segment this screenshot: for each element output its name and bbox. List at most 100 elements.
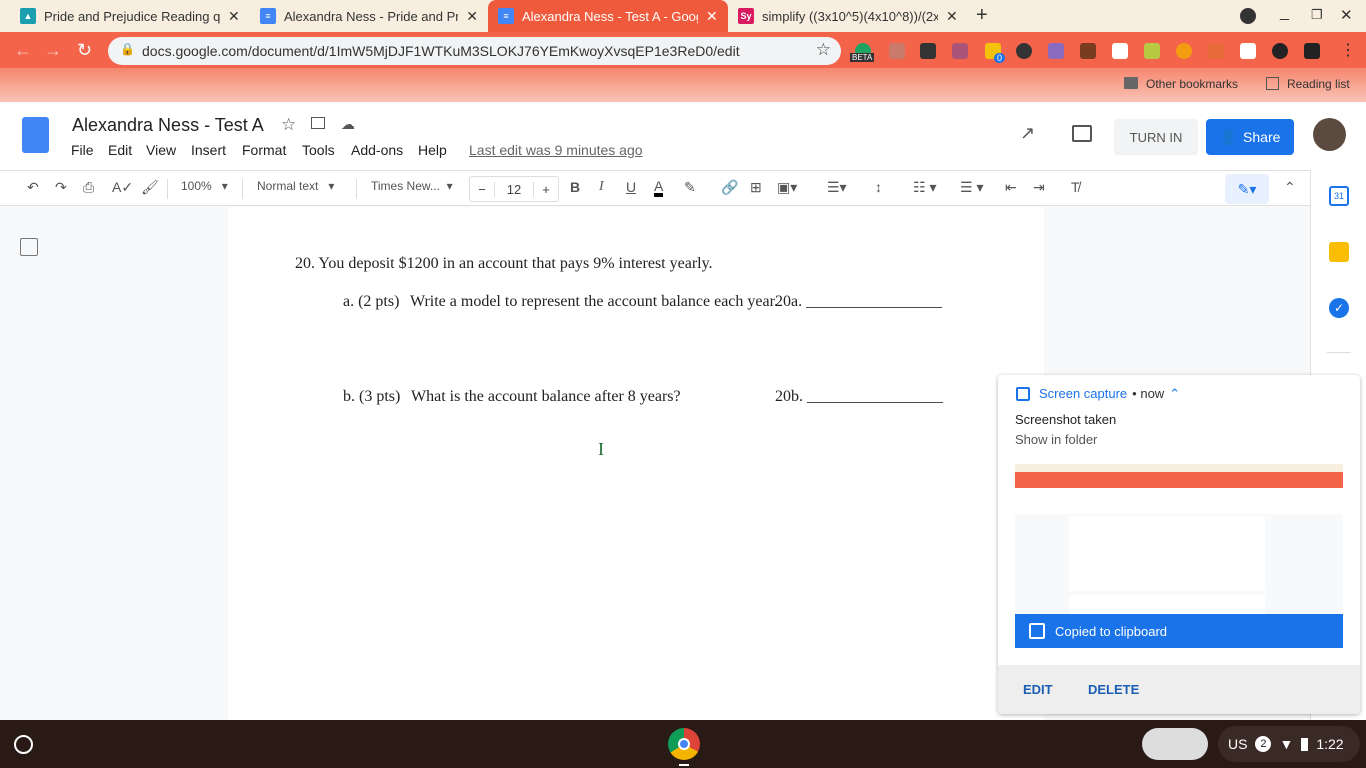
mic-extension-icon[interactable] [889,43,905,59]
edit-button[interactable]: EDIT [1023,682,1053,697]
avatar[interactable] [1313,118,1346,151]
close-tab-icon[interactable]: ✕ [466,8,478,25]
menu-format[interactable]: Format [242,142,286,158]
chrome-icon[interactable] [668,728,700,760]
folder-icon [1124,77,1138,89]
show-in-folder-link[interactable]: Show in folder [1015,432,1097,447]
increase-indent-icon[interactable]: ⇥ [1033,179,1045,196]
close-tab-icon[interactable]: ✕ [946,8,958,25]
document-title[interactable]: Alexandra Ness - Test A [72,115,264,136]
font-select[interactable]: Times New... ▾ [371,179,453,193]
spellcheck-icon[interactable]: A✓ [112,179,133,196]
browser-menu-icon[interactable]: ⋮ [1340,40,1356,60]
extension-icon[interactable] [1208,43,1224,59]
extension-icon[interactable] [1144,43,1160,59]
extension-icon[interactable] [952,43,968,59]
part-a-text: Write a model to represent the account b… [410,293,779,310]
back-icon[interactable]: ← [14,40,32,61]
extension-icon[interactable] [1048,43,1064,59]
line-spacing-icon[interactable]: ↕ [875,179,882,195]
docs-logo-icon[interactable] [22,117,49,153]
part-b-text: What is the account balance after 8 year… [411,388,681,405]
style-select[interactable]: Normal text ▾ [257,179,334,193]
move-folder-icon[interactable] [311,117,325,129]
decrease-indent-icon[interactable]: ⇤ [1005,179,1017,196]
comments-icon[interactable] [1072,125,1092,142]
bookmark-star-icon[interactable]: ☆ [816,40,831,60]
undo-icon[interactable]: ↶ [27,179,39,196]
activity-trend-icon[interactable]: ↗ [1020,123,1035,144]
document-outline-icon[interactable] [20,238,38,256]
text-color-icon[interactable]: A [654,179,664,197]
extension-icon[interactable] [1112,43,1128,59]
maximize-button[interactable]: ❐ [1311,7,1323,23]
copied-banner: Copied to clipboard [1015,614,1343,648]
tab-symbolab[interactable]: Sy simplify ((3x10^5)(4x10^8))/(2x10 ✕ [728,0,968,32]
bold-icon[interactable]: B [570,179,580,195]
highlight-icon[interactable]: ✎ [684,179,696,196]
zoom-select[interactable]: 100% ▾ [181,179,228,193]
collapse-menus-icon[interactable]: ⌃ [1284,179,1296,196]
document-page[interactable]: 20. You deposit $1200 in an account that… [228,207,1044,720]
menu-addons[interactable]: Add-ons [351,142,403,158]
numbered-list-icon[interactable]: ☷ ▾ [913,179,936,196]
cloud-saved-icon[interactable]: ☁ [341,116,355,133]
editing-mode-button[interactable]: ✎▾ [1225,174,1269,204]
tab-pride-prejudice[interactable]: ≡Alexandra Ness - Pride and Prejudice✕ [250,0,488,32]
other-bookmarks[interactable]: Other bookmarks [1124,77,1238,91]
close-tab-icon[interactable]: ✕ [228,8,240,25]
calendar-icon[interactable]: 31 [1329,186,1349,206]
close-tab-icon[interactable]: ✕ [706,8,718,25]
menu-edit[interactable]: Edit [108,142,132,158]
status-tray[interactable]: US 2 ▼ 1:22 [1218,726,1360,762]
extension-icon[interactable] [1080,43,1096,59]
forward-icon[interactable]: → [44,40,62,61]
last-edit-link[interactable]: Last edit was 9 minutes ago [469,142,643,158]
clear-formatting-icon[interactable]: T̸ [1071,179,1080,195]
puzzle-extensions-icon[interactable] [1304,43,1320,59]
font-size-input[interactable]: 12 [494,181,534,197]
menu-tools[interactable]: Tools [302,142,335,158]
profile-menu-icon[interactable] [1240,8,1256,24]
link-icon[interactable]: 🔗 [721,179,738,196]
redo-icon[interactable]: ↷ [55,179,67,196]
extension-icon[interactable] [1272,43,1288,59]
menu-file[interactable]: File [71,142,94,158]
share-button[interactable]: 👤 Share [1206,119,1294,155]
close-window-button[interactable]: ✕ [1340,6,1353,24]
menu-insert[interactable]: Insert [191,142,226,158]
address-bar[interactable]: 🔒 docs.google.com/document/d/1ImW5MjDJF1… [108,37,841,65]
print-icon[interactable]: ⎙ [83,179,94,196]
italic-icon[interactable]: I [599,179,604,195]
reading-list[interactable]: Reading list [1266,77,1350,91]
extension-icon[interactable] [1240,43,1256,59]
paint-format-icon[interactable]: 🖌 [141,179,159,196]
underline-icon[interactable]: U [626,179,636,195]
extension-icon[interactable] [1176,43,1192,59]
collapse-chevron-icon[interactable]: ⌃ [1169,386,1180,402]
launcher-icon[interactable] [14,735,33,754]
delete-button[interactable]: DELETE [1088,682,1139,697]
holding-space-thumbnails[interactable] [1142,728,1208,760]
decrease-font-size-button[interactable]: − [470,182,494,197]
align-icon[interactable]: ☰▾ [827,179,847,196]
star-icon[interactable]: ☆ [281,115,296,135]
reload-icon[interactable]: ↻ [77,40,92,61]
tasks-icon[interactable]: ✓ [1329,298,1349,318]
screenshot-thumbnail[interactable] [1015,464,1343,614]
extension-icon[interactable] [920,43,936,59]
image-icon[interactable]: ▣▾ [777,179,797,196]
minimize-button[interactable]: _ [1280,4,1289,22]
comment-add-icon[interactable]: ⊞ [750,179,762,196]
keep-icon[interactable] [1329,242,1349,262]
screenshot-notification[interactable]: Screen capture • now ⌃ Screenshot taken … [998,375,1360,714]
tab-reading-quiz[interactable]: ▲ Pride and Prejudice Reading quiz ✕ [10,0,250,32]
increase-font-size-button[interactable]: + [534,182,558,197]
tab-test-a[interactable]: ≡Alexandra Ness - Test A - Google Docs✕ [488,0,728,32]
menu-view[interactable]: View [146,142,176,158]
new-tab-button[interactable]: + [976,4,988,27]
bulleted-list-icon[interactable]: ☰ ▾ [960,179,983,196]
turn-in-button[interactable]: TURN IN [1114,119,1198,155]
extension-icon[interactable] [1016,43,1032,59]
menu-help[interactable]: Help [418,142,447,158]
